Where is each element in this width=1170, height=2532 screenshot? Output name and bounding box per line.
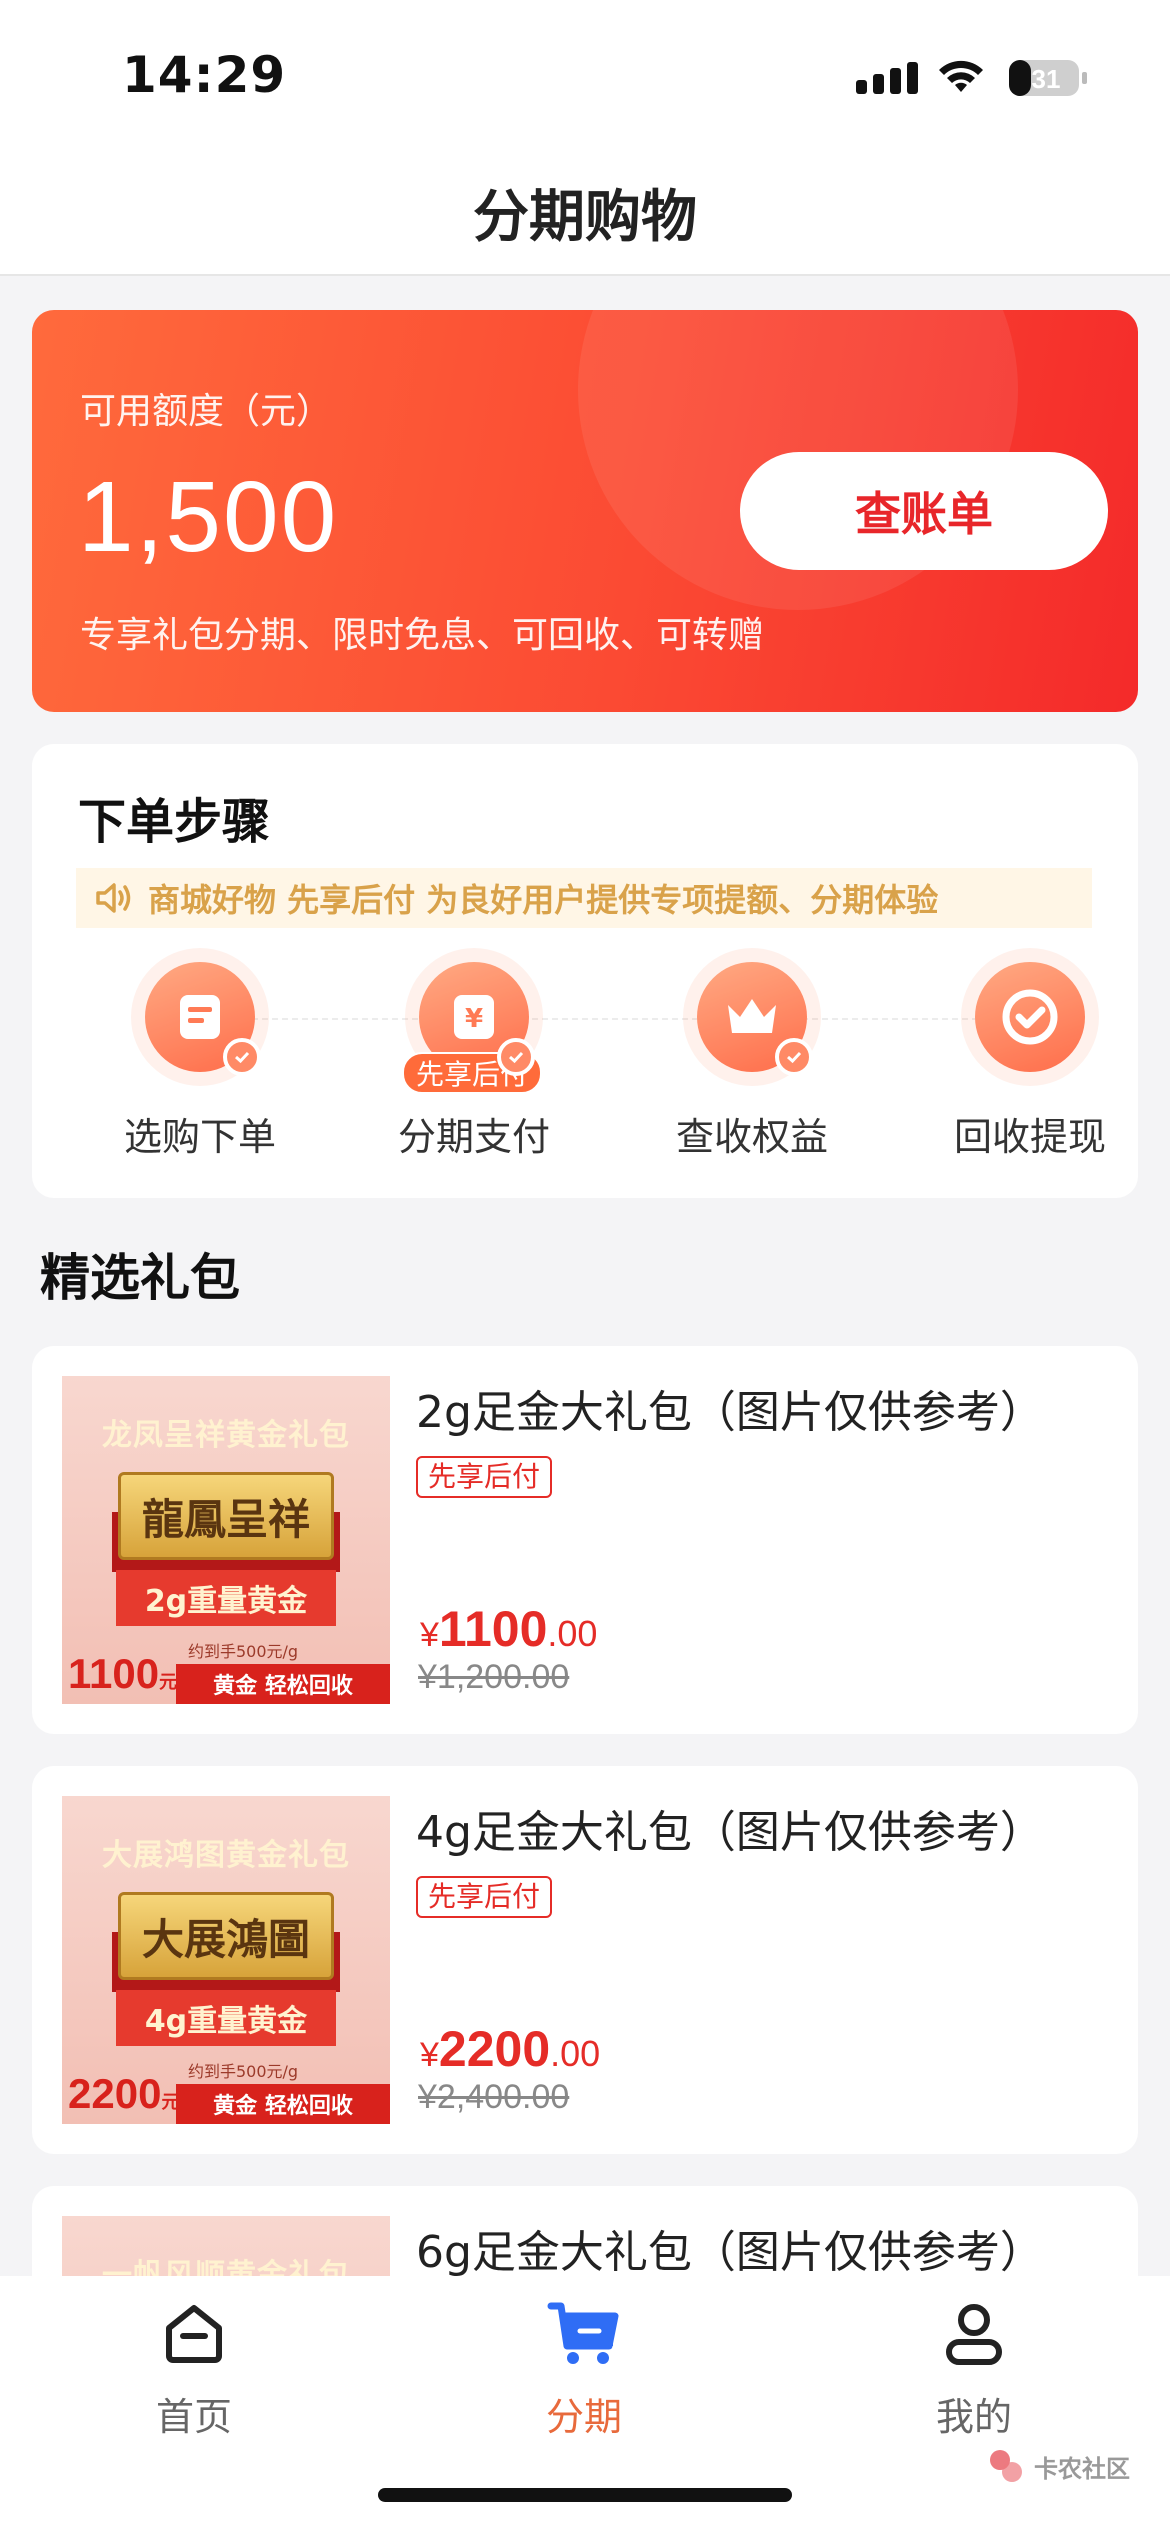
status-time: 14:29 xyxy=(122,46,287,104)
product-image-title: 大展鸿图黄金礼包 xyxy=(102,1838,350,1873)
wifi-icon xyxy=(939,60,983,92)
svg-text:¥: ¥ xyxy=(465,1004,483,1034)
original-price: ¥2,400.00 xyxy=(418,2078,570,2116)
price-per-gram: 约到手500元/g xyxy=(188,1642,299,1661)
profile-icon xyxy=(946,2304,1002,2365)
product-weight: 2g重量黄金 xyxy=(116,1570,336,1626)
image-price: 2200元 xyxy=(68,2070,180,2117)
step-label: 查收权益 xyxy=(675,1115,828,1159)
recycle-strip: 黄金 轻松回收 xyxy=(176,1664,390,1704)
step-installment-payment: ¥ 先享后付 分期支付 xyxy=(364,948,584,1161)
notice-text: 商城好物 先享后付 为良好用户提供专项提额、分期体验 xyxy=(148,881,939,919)
tab-installment[interactable]: 分期 xyxy=(484,2298,684,2441)
recycle-strip: 黄金 轻松回收 xyxy=(176,2084,390,2124)
view-bill-button[interactable]: 查账单 xyxy=(740,452,1108,570)
steps-title: 下单步骤 xyxy=(78,794,271,850)
tab-label: 分期 xyxy=(545,2395,622,2439)
gold-bar-plaque: 大展鴻圖 xyxy=(118,1892,334,1980)
image-price: 1100元 xyxy=(68,1650,178,1697)
product-image: 龙凤呈祥黄金礼包 龍鳳呈祥 2g重量黄金 约到手500元/g 1100元 黄金 … xyxy=(62,1376,390,1704)
notice-bar: 商城好物 先享后付 为良好用户提供专项提额、分期体验 xyxy=(76,868,1092,928)
credit-limit-card: 可用额度（元） 1,500 专享礼包分期、限时免息、可回收、可转赠 查账单 xyxy=(32,310,1138,712)
home-icon xyxy=(166,2305,222,2363)
watermark-logo-icon xyxy=(990,2450,1022,2482)
watermark: 卡农社区 xyxy=(986,2446,1130,2486)
home-indicator[interactable] xyxy=(378,2488,792,2502)
product-image-title: 龙凤呈祥黄金礼包 xyxy=(102,1418,350,1453)
tab-profile[interactable]: 我的 xyxy=(874,2298,1074,2441)
gold-bar-plaque: 龍鳳呈祥 xyxy=(118,1472,334,1560)
step-label: 分期支付 xyxy=(397,1115,550,1159)
tab-label: 我的 xyxy=(935,2395,1012,2439)
credit-label: 可用额度（元） xyxy=(80,391,333,432)
crown-icon xyxy=(683,948,821,1086)
tab-label: 首页 xyxy=(155,2395,232,2439)
credit-description: 专享礼包分期、限时免息、可回收、可转赠 xyxy=(80,615,765,656)
product-name: 6g足金大礼包（图片仅供参考） xyxy=(416,2227,1044,2278)
nav-bar: 分期购物 xyxy=(0,150,1170,276)
page-title: 分期购物 xyxy=(473,185,697,250)
order-icon xyxy=(131,948,269,1086)
product-card[interactable]: 龙凤呈祥黄金礼包 龍鳳呈祥 2g重量黄金 约到手500元/g 1100元 黄金 … xyxy=(32,1346,1138,1734)
product-price: ¥1100.00 xyxy=(420,1601,598,1657)
section-title: 精选礼包 xyxy=(40,1249,240,1307)
watermark-text: 卡农社区 xyxy=(1034,2454,1130,2483)
check-circle-icon xyxy=(961,948,1099,1086)
product-name: 4g足金大礼包（图片仅供参考） xyxy=(416,1807,1044,1858)
step-receive-benefits: 查收权益 xyxy=(642,948,862,1161)
product-weight: 4g重量黄金 xyxy=(116,1990,336,2046)
pay-later-tag: 先享后付 xyxy=(416,1456,553,1498)
tab-home[interactable]: 首页 xyxy=(94,2298,294,2441)
speaker-icon xyxy=(96,883,131,913)
cellular-signal-icon xyxy=(856,62,918,94)
status-bar: 14:29 31 xyxy=(0,0,1170,150)
step-recycle-withdraw: 回收提现 xyxy=(920,948,1140,1161)
battery-icon: 31 xyxy=(1009,60,1087,96)
price-per-gram: 约到手500元/g xyxy=(188,2062,299,2081)
original-price: ¥1,200.00 xyxy=(418,1658,570,1696)
product-card[interactable]: 大展鸿图黄金礼包 大展鴻圖 4g重量黄金 约到手500元/g 2200元 黄金 … xyxy=(32,1766,1138,2154)
battery-level: 31 xyxy=(1032,64,1061,94)
credit-amount: 1,500 xyxy=(78,461,339,573)
step-label: 选购下单 xyxy=(123,1115,276,1159)
product-image: 大展鸿图黄金礼包 大展鴻圖 4g重量黄金 约到手500元/g 2200元 黄金 … xyxy=(62,1796,390,2124)
step-select-order: 选购下单 xyxy=(90,948,310,1161)
cart-icon xyxy=(547,2302,619,2364)
product-price: ¥2200.00 xyxy=(420,2021,601,2077)
step-label: 回收提现 xyxy=(953,1115,1106,1159)
order-steps-card: 下单步骤 商城好物 先享后付 为良好用户提供专项提额、分期体验 选购下单 ¥ 先… xyxy=(32,744,1138,1198)
pay-later-tag: 先享后付 xyxy=(416,1876,553,1918)
product-name: 2g足金大礼包（图片仅供参考） xyxy=(416,1387,1044,1438)
